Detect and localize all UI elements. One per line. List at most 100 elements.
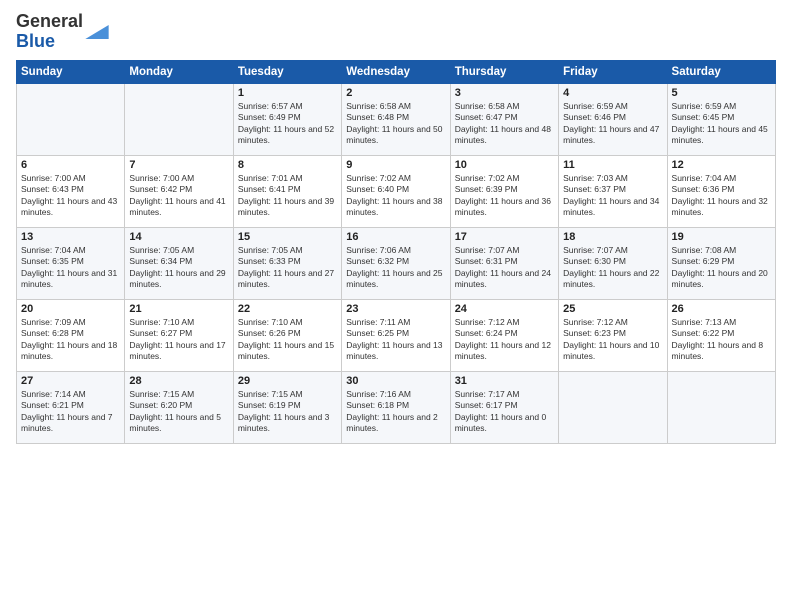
calendar-cell: 9Sunrise: 7:02 AMSunset: 6:40 PMDaylight…	[342, 155, 450, 227]
calendar-cell: 5 Sunrise: 6:59 AMSunset: 6:45 PMDaylight…	[667, 83, 775, 155]
calendar-cell: 27Sunrise: 7:14 AMSunset: 6:21 PMDayligh…	[17, 371, 125, 443]
day-number: 11	[563, 159, 662, 171]
calendar-week-1: 1 Sunrise: 6:57 AMSunset: 6:49 PMDaylight…	[17, 83, 776, 155]
day-number: 10	[455, 159, 554, 171]
cell-info: Sunrise: 7:13 AMSunset: 6:22 PMDaylight:…	[672, 317, 771, 363]
header: General Blue	[16, 12, 776, 52]
cell-info: Sunrise: 6:58 AMSunset: 6:48 PMDaylight:…	[346, 101, 445, 147]
day-number: 20	[21, 303, 120, 315]
calendar-cell: 12 Sunrise: 7:04 AMSunset: 6:36 PMDayligh…	[667, 155, 775, 227]
day-number: 30	[346, 375, 445, 387]
col-header-wednesday: Wednesday	[342, 60, 450, 83]
calendar-cell: 1 Sunrise: 6:57 AMSunset: 6:49 PMDaylight…	[233, 83, 341, 155]
cell-info: Sunrise: 7:09 AMSunset: 6:28 PMDaylight:…	[21, 317, 120, 363]
col-header-monday: Monday	[125, 60, 233, 83]
day-number: 31	[455, 375, 554, 387]
col-header-tuesday: Tuesday	[233, 60, 341, 83]
calendar-cell: 2Sunrise: 6:58 AMSunset: 6:48 PMDaylight…	[342, 83, 450, 155]
calendar-cell: 17 Sunrise: 7:07 AMSunset: 6:31 PMDayligh…	[450, 227, 558, 299]
logo-text: General Blue	[16, 12, 83, 52]
day-number: 19	[672, 231, 771, 243]
calendar-cell: 15Sunrise: 7:05 AMSunset: 6:33 PMDayligh…	[233, 227, 341, 299]
calendar-cell: 18 Sunrise: 7:07 AMSunset: 6:30 PMDayligh…	[559, 227, 667, 299]
day-number: 8	[238, 159, 337, 171]
cell-info: Sunrise: 7:12 AMSunset: 6:23 PMDaylight:…	[563, 317, 662, 363]
day-number: 28	[129, 375, 228, 387]
day-number: 22	[238, 303, 337, 315]
day-number: 18	[563, 231, 662, 243]
calendar-cell: 25 Sunrise: 7:12 AMSunset: 6:23 PMDayligh…	[559, 299, 667, 371]
cell-info: Sunrise: 7:02 AMSunset: 6:40 PMDaylight:…	[346, 173, 445, 219]
cell-info: Sunrise: 7:00 AMSunset: 6:43 PMDaylight:…	[21, 173, 120, 219]
page: General Blue SundayMondayTuesdayWednesda…	[0, 0, 792, 612]
calendar-cell: 20 Sunrise: 7:09 AMSunset: 6:28 PMDayligh…	[17, 299, 125, 371]
col-header-saturday: Saturday	[667, 60, 775, 83]
cell-info: Sunrise: 7:00 AMSunset: 6:42 PMDaylight:…	[129, 173, 228, 219]
cell-info: Sunrise: 7:10 AMSunset: 6:26 PMDaylight:…	[238, 317, 337, 363]
cell-info: Sunrise: 7:12 AMSunset: 6:24 PMDaylight:…	[455, 317, 554, 363]
cell-info: Sunrise: 7:11 AMSunset: 6:25 PMDaylight:…	[346, 317, 445, 363]
cell-info: Sunrise: 7:07 AMSunset: 6:31 PMDaylight:…	[455, 245, 554, 291]
calendar-cell: 28 Sunrise: 7:15 AMSunset: 6:20 PMDayligh…	[125, 371, 233, 443]
cell-info: Sunrise: 7:02 AMSunset: 6:39 PMDaylight:…	[455, 173, 554, 219]
day-number: 29	[238, 375, 337, 387]
logo-blue: Blue	[16, 31, 55, 51]
calendar-cell: 4Sunrise: 6:59 AMSunset: 6:46 PMDaylight…	[559, 83, 667, 155]
day-number: 27	[21, 375, 120, 387]
day-number: 16	[346, 231, 445, 243]
calendar-cell: 16 Sunrise: 7:06 AMSunset: 6:32 PMDayligh…	[342, 227, 450, 299]
calendar-cell: 7 Sunrise: 7:00 AMSunset: 6:42 PMDaylight…	[125, 155, 233, 227]
cell-info: Sunrise: 6:58 AMSunset: 6:47 PMDaylight:…	[455, 101, 554, 147]
day-number: 5	[672, 87, 771, 99]
calendar-cell: 3Sunrise: 6:58 AMSunset: 6:47 PMDaylight…	[450, 83, 558, 155]
calendar-cell: 22 Sunrise: 7:10 AMSunset: 6:26 PMDayligh…	[233, 299, 341, 371]
calendar-table: SundayMondayTuesdayWednesdayThursdayFrid…	[16, 60, 776, 444]
cell-info: Sunrise: 7:15 AMSunset: 6:20 PMDaylight:…	[129, 389, 228, 435]
cell-info: Sunrise: 7:03 AMSunset: 6:37 PMDaylight:…	[563, 173, 662, 219]
day-number: 6	[21, 159, 120, 171]
calendar-cell: 6 Sunrise: 7:00 AMSunset: 6:43 PMDaylight…	[17, 155, 125, 227]
day-number: 23	[346, 303, 445, 315]
day-number: 7	[129, 159, 228, 171]
calendar-cell: 19 Sunrise: 7:08 AMSunset: 6:29 PMDayligh…	[667, 227, 775, 299]
calendar-cell: 31Sunrise: 7:17 AMSunset: 6:17 PMDayligh…	[450, 371, 558, 443]
calendar-cell: 13Sunrise: 7:04 AMSunset: 6:35 PMDayligh…	[17, 227, 125, 299]
day-number: 17	[455, 231, 554, 243]
cell-info: Sunrise: 6:59 AMSunset: 6:45 PMDaylight:…	[672, 101, 771, 147]
header-row: SundayMondayTuesdayWednesdayThursdayFrid…	[17, 60, 776, 83]
calendar-cell: 23 Sunrise: 7:11 AMSunset: 6:25 PMDayligh…	[342, 299, 450, 371]
cell-info: Sunrise: 7:01 AMSunset: 6:41 PMDaylight:…	[238, 173, 337, 219]
cell-info: Sunrise: 7:06 AMSunset: 6:32 PMDaylight:…	[346, 245, 445, 291]
calendar-cell: 24 Sunrise: 7:12 AMSunset: 6:24 PMDayligh…	[450, 299, 558, 371]
calendar-cell	[559, 371, 667, 443]
logo: General Blue	[16, 12, 109, 52]
cell-info: Sunrise: 7:04 AMSunset: 6:35 PMDaylight:…	[21, 245, 120, 291]
day-number: 25	[563, 303, 662, 315]
day-number: 24	[455, 303, 554, 315]
calendar-cell: 8 Sunrise: 7:01 AMSunset: 6:41 PMDaylight…	[233, 155, 341, 227]
logo-icon	[85, 25, 109, 39]
day-number: 1	[238, 87, 337, 99]
logo-general: General	[16, 11, 83, 31]
calendar-cell: 26Sunrise: 7:13 AMSunset: 6:22 PMDayligh…	[667, 299, 775, 371]
day-number: 12	[672, 159, 771, 171]
calendar-cell: 30 Sunrise: 7:16 AMSunset: 6:18 PMDayligh…	[342, 371, 450, 443]
cell-info: Sunrise: 7:05 AMSunset: 6:33 PMDaylight:…	[238, 245, 337, 291]
cell-info: Sunrise: 7:05 AMSunset: 6:34 PMDaylight:…	[129, 245, 228, 291]
col-header-sunday: Sunday	[17, 60, 125, 83]
calendar-week-5: 27Sunrise: 7:14 AMSunset: 6:21 PMDayligh…	[17, 371, 776, 443]
cell-info: Sunrise: 7:04 AMSunset: 6:36 PMDaylight:…	[672, 173, 771, 219]
col-header-friday: Friday	[559, 60, 667, 83]
cell-info: Sunrise: 6:57 AMSunset: 6:49 PMDaylight:…	[238, 101, 337, 147]
day-number: 21	[129, 303, 228, 315]
cell-info: Sunrise: 7:08 AMSunset: 6:29 PMDaylight:…	[672, 245, 771, 291]
cell-info: Sunrise: 7:07 AMSunset: 6:30 PMDaylight:…	[563, 245, 662, 291]
calendar-week-4: 20 Sunrise: 7:09 AMSunset: 6:28 PMDayligh…	[17, 299, 776, 371]
cell-info: Sunrise: 7:16 AMSunset: 6:18 PMDaylight:…	[346, 389, 445, 435]
col-header-thursday: Thursday	[450, 60, 558, 83]
day-number: 14	[129, 231, 228, 243]
calendar-cell	[667, 371, 775, 443]
calendar-week-2: 6 Sunrise: 7:00 AMSunset: 6:43 PMDaylight…	[17, 155, 776, 227]
cell-info: Sunrise: 6:59 AMSunset: 6:46 PMDaylight:…	[563, 101, 662, 147]
calendar-cell: 21Sunrise: 7:10 AMSunset: 6:27 PMDayligh…	[125, 299, 233, 371]
